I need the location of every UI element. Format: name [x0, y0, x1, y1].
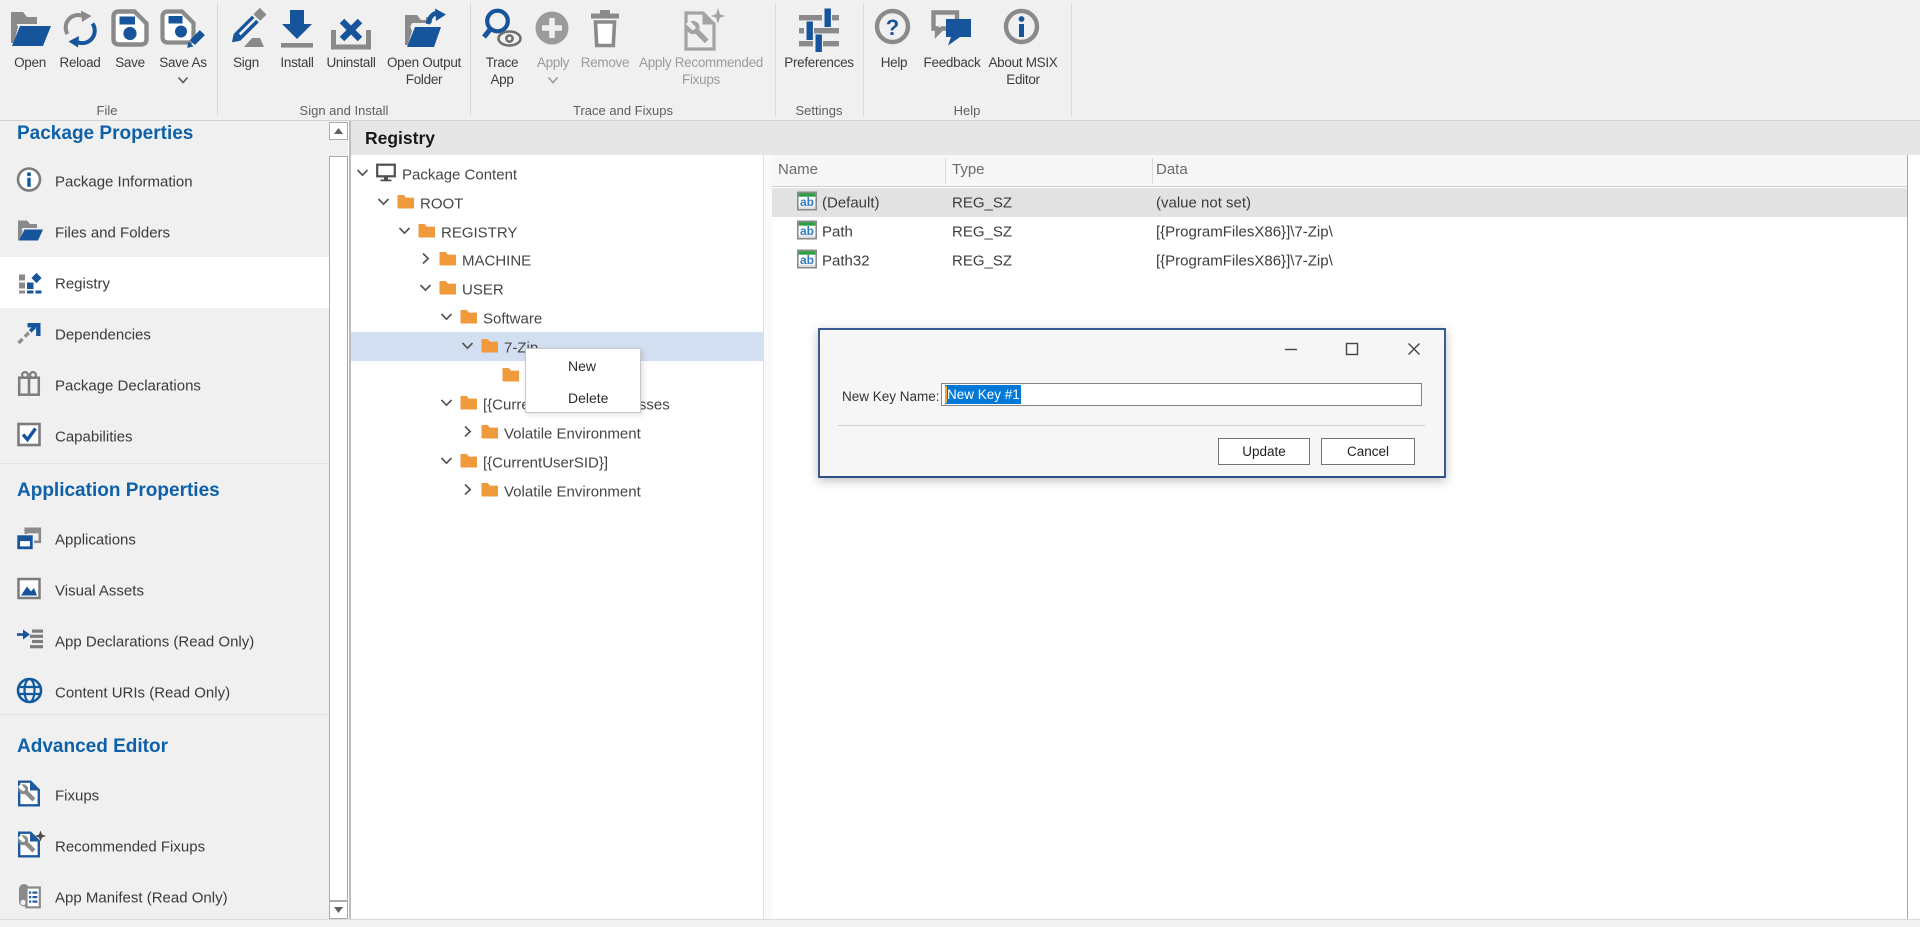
svg-text:ab: ab	[800, 253, 814, 267]
svg-text:ab: ab	[800, 224, 814, 238]
svg-text:?: ?	[886, 15, 899, 40]
svg-text:ab: ab	[800, 195, 814, 209]
